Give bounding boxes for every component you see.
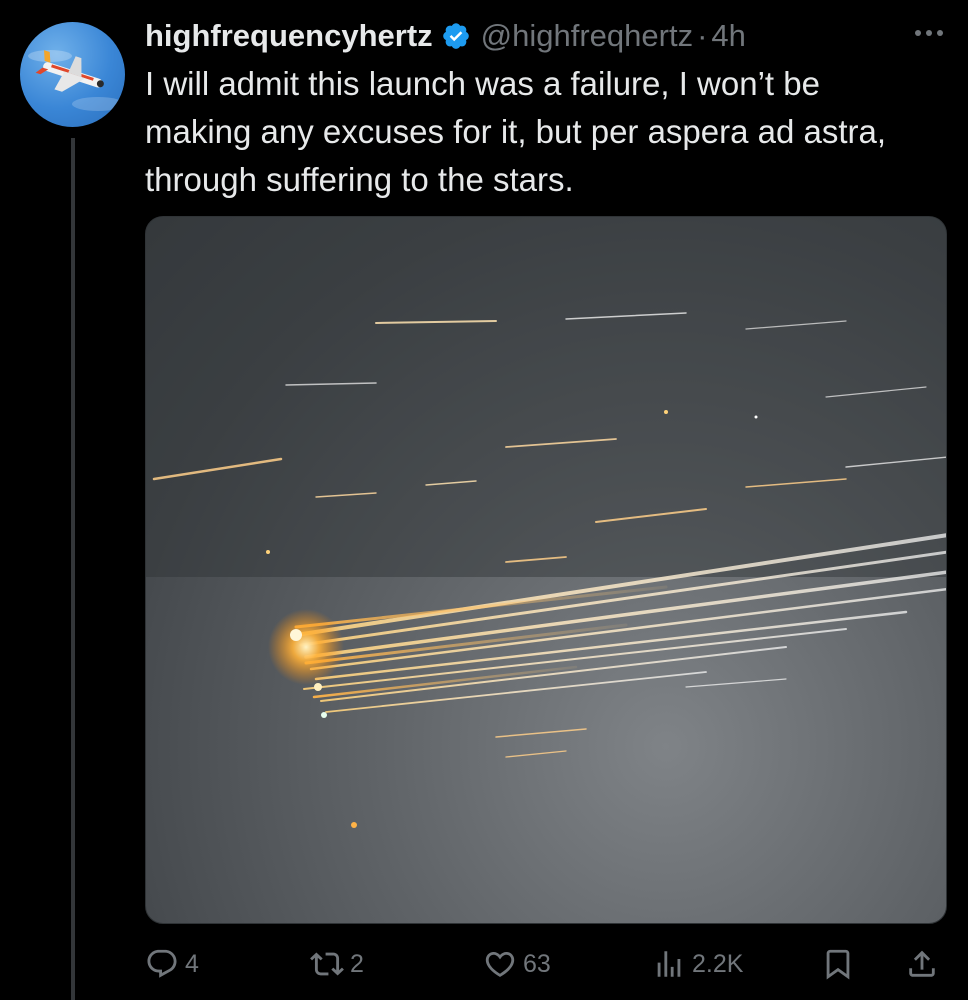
- tweet-media-photo[interactable]: [145, 216, 947, 924]
- views-button[interactable]: 2.2K: [652, 942, 743, 986]
- avatar[interactable]: [20, 22, 125, 127]
- thread-line: [71, 138, 75, 1000]
- retweet-arrows-icon: [310, 952, 344, 976]
- tweet-text: I will admit this launch was a failure, …: [145, 65, 887, 198]
- display-name[interactable]: highfrequencyhertz: [145, 18, 433, 54]
- retweet-count: 2: [350, 949, 364, 978]
- airplane-icon: [28, 50, 124, 111]
- verified-badge-icon: [441, 21, 471, 51]
- bar-chart-icon: [657, 951, 681, 977]
- tweet-actions-bar: 4 2 63 2.2K: [145, 942, 945, 986]
- user-handle[interactable]: @highfreqhertz: [481, 18, 693, 54]
- share-button[interactable]: [905, 942, 945, 986]
- separator-dot: ·: [697, 18, 708, 53]
- heart-icon: [485, 951, 515, 977]
- reply-button[interactable]: 4: [145, 942, 199, 986]
- views-count: 2.2K: [692, 949, 744, 978]
- bookmark-button[interactable]: [821, 942, 861, 986]
- tweet-card[interactable]: highfrequencyhertz @highfreqhertz · 4h I…: [0, 0, 968, 1000]
- like-button[interactable]: 63: [483, 942, 551, 986]
- more-options-icon[interactable]: [912, 18, 946, 48]
- retweet-button[interactable]: 2: [310, 942, 364, 986]
- upload-arrow-icon: [909, 950, 935, 977]
- reply-count: 4: [185, 949, 199, 978]
- like-count: 63: [523, 949, 551, 978]
- speech-bubble-icon: [147, 949, 177, 978]
- bookmark-icon: [826, 949, 850, 980]
- timestamp[interactable]: 4h: [711, 18, 745, 54]
- rocket-debris-image: [146, 217, 946, 828]
- tweet-header: highfrequencyhertz @highfreqhertz · 4h: [145, 14, 746, 58]
